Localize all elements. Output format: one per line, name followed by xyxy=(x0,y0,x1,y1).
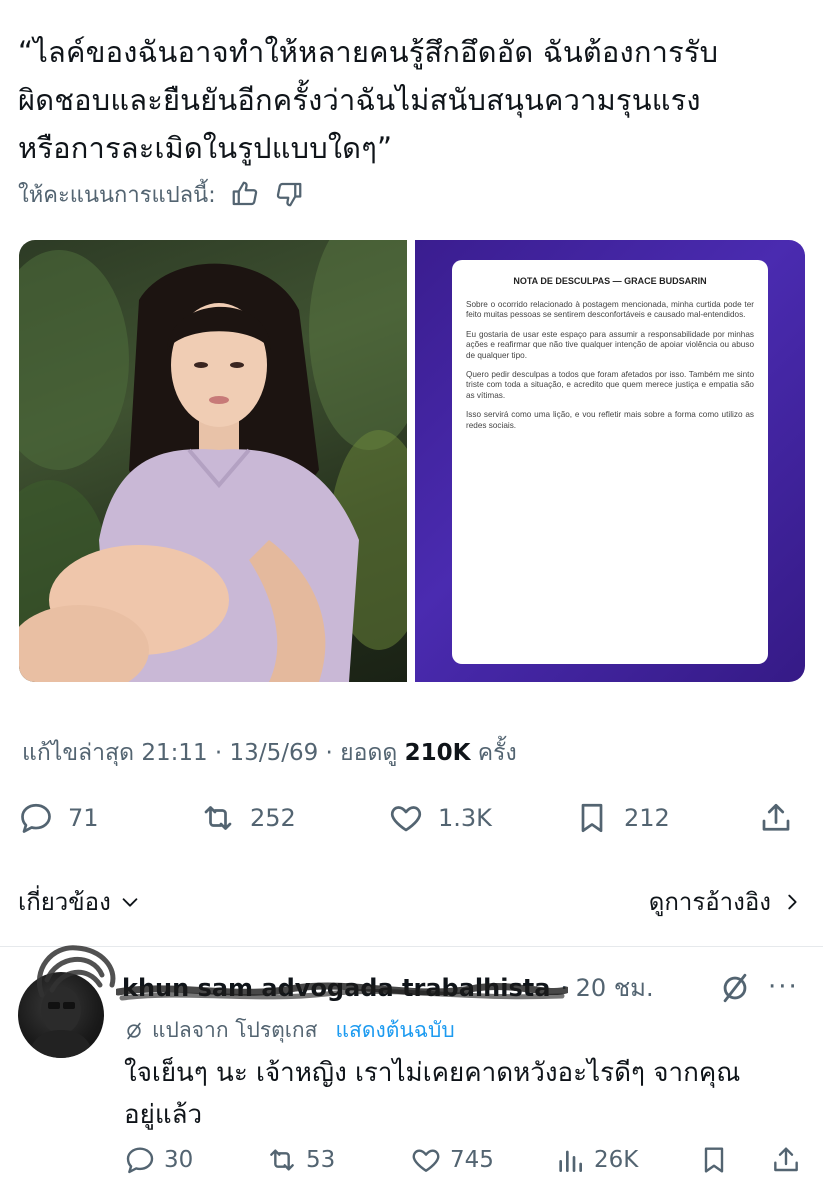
reply-time[interactable]: · 20 ชม. xyxy=(560,968,653,1007)
reply-icon xyxy=(18,800,54,836)
apology-paragraph: Isso servirá como uma lição, e vou refle… xyxy=(466,410,754,430)
portrait-illustration xyxy=(19,240,407,682)
heart-icon xyxy=(388,800,424,836)
reply-text: ใจเย็นๆ นะ เจ้าหญิง เราไม่เคยคาดหวังอะไร… xyxy=(124,1058,741,1130)
views-count: 210K xyxy=(404,740,471,766)
bookmark-icon xyxy=(574,800,610,836)
reply-reply-button[interactable]: 30 xyxy=(124,1142,193,1178)
translation-row: แปลจาก โปรตุเกส แสดงต้นฉบับ xyxy=(124,1014,455,1047)
bookmark-button[interactable]: 212 xyxy=(574,796,670,840)
tweet-text: “ไลค์ของฉันอาจทำให้หลายคนรู้สึกอึดอัด ฉั… xyxy=(18,35,719,165)
share-icon xyxy=(770,1144,802,1176)
reply-repost-button[interactable]: 53 xyxy=(266,1142,335,1178)
heart-icon xyxy=(410,1144,442,1176)
scribble-redaction xyxy=(36,945,116,998)
reply-icon xyxy=(124,1144,156,1176)
share-button[interactable] xyxy=(758,796,794,840)
reply-bookmark-button[interactable] xyxy=(698,1142,730,1178)
views-prefix: · ยอดดู xyxy=(325,740,398,766)
like-count: 1.3K xyxy=(438,804,492,832)
show-original-link[interactable]: แสดงต้นฉบับ xyxy=(335,1014,454,1047)
view-quotes-link[interactable]: ดูการอ้างอิง xyxy=(649,882,803,921)
views-chart-icon xyxy=(554,1144,586,1176)
reply-count: 71 xyxy=(68,804,99,832)
edited-timestamp[interactable]: แก้ไขล่าสุด 21:11 · 13/5/69 xyxy=(22,740,318,766)
share-icon xyxy=(758,800,794,836)
related-toggle[interactable]: เกี่ยวข้อง xyxy=(18,882,141,921)
reply-share-button[interactable] xyxy=(770,1142,802,1178)
chevron-right-icon xyxy=(781,891,803,913)
repost-icon xyxy=(200,800,236,836)
bookmark-icon xyxy=(698,1144,730,1176)
repost-icon xyxy=(266,1144,298,1176)
reply-reply-count: 30 xyxy=(164,1147,194,1173)
more-options-icon[interactable]: ··· xyxy=(768,972,799,1002)
apology-paper: NOTA DE DESCULPAS — GRACE BUDSARIN Sobre… xyxy=(452,260,768,664)
apology-paragraph: Sobre o ocorrido relacionado à postagem … xyxy=(466,300,754,320)
reply-author[interactable]: khun sam advogada trabalhista xyxy=(116,974,568,1002)
related-label: เกี่ยวข้อง xyxy=(18,888,111,916)
repost-count: 252 xyxy=(250,804,296,832)
thumbs-down-icon[interactable] xyxy=(274,179,304,209)
views-suffix: ครั้ง xyxy=(477,740,517,766)
apology-paragraph: Quero pedir desculpas a todos que foram … xyxy=(466,370,754,400)
apology-title: NOTA DE DESCULPAS — GRACE BUDSARIN xyxy=(513,276,707,286)
repost-button[interactable]: 252 xyxy=(200,796,296,840)
grok-icon[interactable] xyxy=(718,971,752,1005)
name-scribble-redaction xyxy=(116,982,568,1000)
translated-from-label: แปลจาก โปรตุเกส xyxy=(152,1018,318,1042)
reply-header: khun sam advogada trabalhista · 20 ชม. xyxy=(116,968,654,1007)
chevron-down-icon xyxy=(119,891,141,913)
apology-note-image[interactable]: NOTA DE DESCULPAS — GRACE BUDSARIN Sobre… xyxy=(415,240,805,682)
reply-like-button[interactable]: 745 xyxy=(410,1142,494,1178)
reply-button[interactable]: 71 xyxy=(18,796,99,840)
reply-views-count: 26K xyxy=(594,1147,639,1173)
translate-icon xyxy=(124,1021,144,1041)
tweet-meta: แก้ไขล่าสุด 21:11 · 13/5/69 · ยอดดู 210K… xyxy=(22,735,517,771)
reply-like-count: 745 xyxy=(450,1147,494,1173)
divider xyxy=(0,946,823,947)
like-button[interactable]: 1.3K xyxy=(388,796,492,840)
rate-translation-label: ให้คะแนนการแปลนี้: xyxy=(18,182,216,208)
tweet-photo[interactable] xyxy=(19,240,407,682)
view-quotes-label: ดูการอ้างอิง xyxy=(648,888,771,916)
apology-paragraph: Eu gostaria de usar este espaço para ass… xyxy=(466,329,754,360)
reply-repost-count: 53 xyxy=(306,1147,336,1173)
rate-translation-row: ให้คะแนนการแปลนี้: xyxy=(18,174,304,214)
thumbs-up-icon[interactable] xyxy=(230,179,260,209)
bookmark-count: 212 xyxy=(624,804,670,832)
reply-views-button[interactable]: 26K xyxy=(554,1142,638,1178)
